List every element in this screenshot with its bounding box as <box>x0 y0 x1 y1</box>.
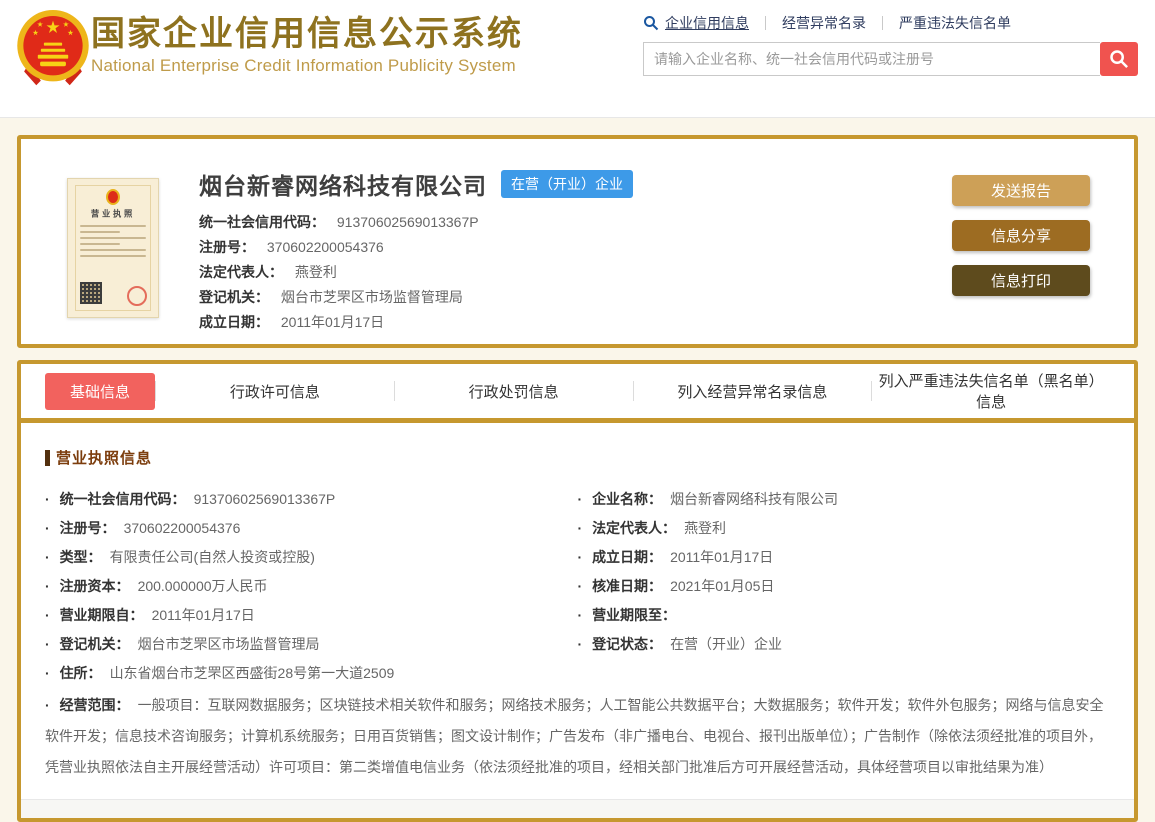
site-subtitle: National Enterprise Credit Information P… <box>91 56 516 75</box>
license-red-seal <box>127 286 147 306</box>
search-button[interactable] <box>1100 42 1138 76</box>
share-info-button[interactable]: 信息分享 <box>952 220 1090 251</box>
detail-tabs: 基础信息 行政许可信息 行政处罚信息 列入经营异常名录信息 列入严重违法失信名单… <box>21 364 1134 418</box>
section-header: 营业执照信息 <box>45 447 1110 468</box>
search-box <box>643 42 1140 76</box>
tab-administrative-license[interactable]: 行政许可信息 <box>156 381 394 402</box>
main-content: 营业执照 烟台新睿网络科技有限公司 在营（开业）企业 统一社会信用代码： 913… <box>0 118 1155 822</box>
tab-administrative-penalty[interactable]: 行政处罚信息 <box>395 381 633 402</box>
license-field-grid: 统一社会信用代码：91370602569013367P 企业名称：烟台新睿网络科… <box>45 490 1110 653</box>
brand: 国家企业信用信息公示系统 National Enterprise Credit … <box>15 6 523 96</box>
section-bar-icon <box>45 449 50 466</box>
divider <box>882 16 883 30</box>
field-company-type: 类型：有限责任公司(自然人投资或控股) <box>45 548 578 566</box>
brand-text: 国家企业信用信息公示系统 National Enterprise Credit … <box>91 6 523 76</box>
company-name: 烟台新睿网络科技有限公司 <box>199 173 487 199</box>
license-qr-code <box>80 282 102 304</box>
field-reg-number: 注册号：370602200054376 <box>45 519 578 537</box>
license-emblem-icon <box>106 189 120 205</box>
license-info-section: 营业执照信息 统一社会信用代码：91370602569013367P 企业名称：… <box>21 423 1134 783</box>
national-emblem-logo <box>17 9 89 86</box>
search-tab-serious-violations[interactable]: 严重违法失信名单 <box>899 13 1011 33</box>
field-legal-rep: 法定代表人：燕登利 <box>578 519 1111 537</box>
field-address: 住所：山东省烟台市芝罘区西盛街28号第一大道2509 <box>45 664 1110 682</box>
search-area: 企业信用信息 经营异常名录 严重违法失信名单 <box>643 12 1140 76</box>
business-license-image[interactable]: 营业执照 <box>67 178 159 318</box>
summary-field-legal-rep: 法定代表人： 燕登利 <box>199 264 337 280</box>
site-header: 国家企业信用信息公示系统 National Enterprise Credit … <box>0 0 1155 118</box>
search-icon <box>644 16 659 31</box>
search-icon <box>1110 50 1129 69</box>
site-title: 国家企业信用信息公示系统 <box>91 15 523 53</box>
company-summary-card: 营业执照 烟台新睿网络科技有限公司 在营（开业）企业 统一社会信用代码： 913… <box>17 135 1138 348</box>
summary-field-reg-number: 注册号： 370602200054376 <box>199 239 384 255</box>
divider <box>765 16 766 30</box>
field-term-to: 营业期限至： <box>578 606 1111 624</box>
business-license-inner: 营业执照 <box>75 185 151 311</box>
license-text-lines <box>80 225 146 257</box>
license-title: 营业执照 <box>90 209 136 219</box>
send-report-button[interactable]: 发送报告 <box>952 175 1090 206</box>
card-footer-strip <box>21 799 1134 818</box>
summary-info: 烟台新睿网络科技有限公司 在营（开业）企业 统一社会信用代码： 91370602… <box>199 165 633 344</box>
section-title: 营业执照信息 <box>56 450 153 467</box>
field-registered-capital: 注册资本：200.000000万人民币 <box>45 577 578 595</box>
summary-field-establish-date: 成立日期： 2011年01月17日 <box>199 314 385 330</box>
print-info-button[interactable]: 信息打印 <box>952 265 1090 296</box>
field-approval-date: 核准日期：2021年01月05日 <box>578 577 1111 595</box>
detail-card: 基础信息 行政许可信息 行政处罚信息 列入经营异常名录信息 列入严重违法失信名单… <box>17 360 1138 822</box>
field-company-name: 企业名称：烟台新睿网络科技有限公司 <box>578 490 1111 508</box>
search-input[interactable] <box>643 42 1100 76</box>
tab-basic-info[interactable]: 基础信息 <box>45 372 156 410</box>
tab-abnormal-operations-list[interactable]: 列入经营异常名录信息 <box>634 381 872 402</box>
search-tab-enterprise-credit[interactable]: 企业信用信息 <box>665 13 749 33</box>
field-credit-code: 统一社会信用代码：91370602569013367P <box>45 490 578 508</box>
field-business-scope: 经营范围：一般项目：互联网数据服务；区块链技术相关软件和服务；网络技术服务；人工… <box>45 690 1110 783</box>
field-establish-date: 成立日期：2011年01月17日 <box>578 548 1111 566</box>
status-badge: 在营（开业）企业 <box>501 170 633 198</box>
action-buttons: 发送报告 信息分享 信息打印 <box>952 175 1090 296</box>
field-term-from: 营业期限自：2011年01月17日 <box>45 606 578 624</box>
search-type-links: 企业信用信息 经营异常名录 严重违法失信名单 <box>643 12 1140 34</box>
search-tab-abnormal-operations[interactable]: 经营异常名录 <box>782 13 866 33</box>
field-reg-authority: 登记机关：烟台市芝罘区市场监督管理局 <box>45 635 578 653</box>
summary-field-credit-code: 统一社会信用代码： 91370602569013367P <box>199 214 479 230</box>
summary-field-reg-authority: 登记机关： 烟台市芝罘区市场监督管理局 <box>199 289 463 305</box>
tab-serious-violations-blacklist[interactable]: 列入严重违法失信名单（黑名单）信息 <box>872 370 1110 412</box>
field-reg-status: 登记状态：在营（开业）企业 <box>578 635 1111 653</box>
